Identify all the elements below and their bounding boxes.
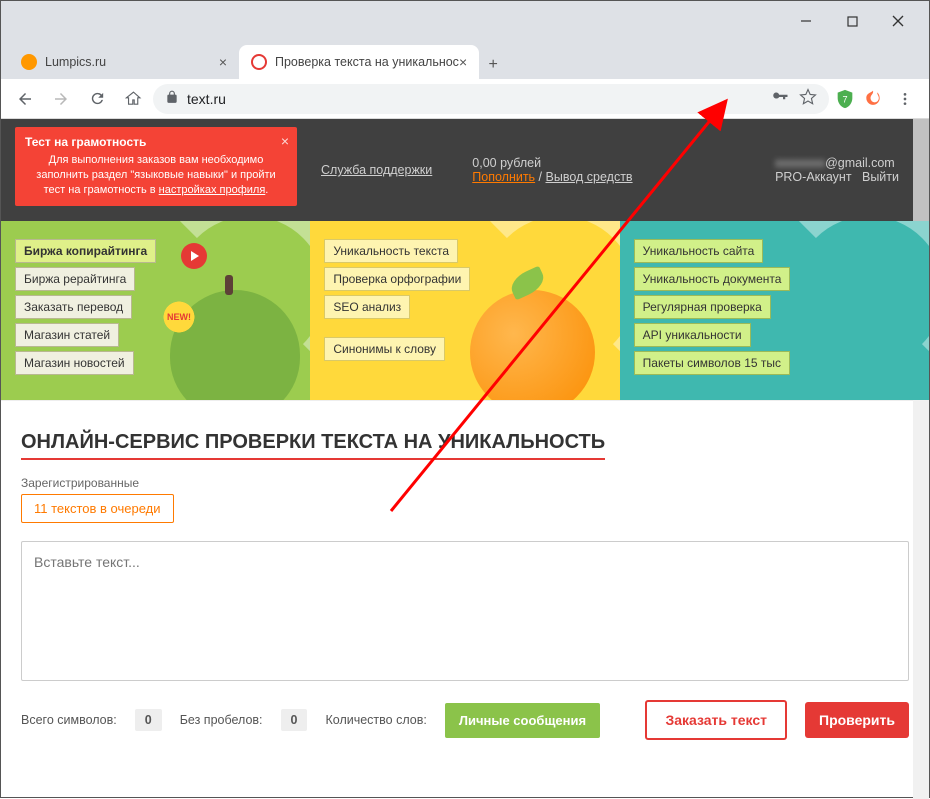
promo-api: Уникальность сайта Уникальность документ… (620, 221, 929, 400)
tab-close-icon[interactable]: × (219, 54, 227, 70)
chip-text-unique[interactable]: Уникальность текста (324, 239, 458, 263)
promo-copywriting: NEW! Биржа копирайтинга Биржа рерайтинга… (1, 221, 310, 400)
chip-seo[interactable]: SEO анализ (324, 295, 410, 319)
chip-packages[interactable]: Пакеты символов 15 тыс (634, 351, 790, 375)
tab-textru[interactable]: Проверка текста на уникальнос × (239, 45, 479, 79)
pro-account-link[interactable]: PRO-Аккаунт (775, 170, 852, 184)
topup-link[interactable]: Пополнить (472, 170, 535, 184)
reload-button[interactable] (81, 83, 113, 115)
withdraw-link[interactable]: Вывод средств (546, 170, 633, 184)
address-bar[interactable]: text.ru (153, 84, 829, 114)
extension-shield-icon[interactable]: 7 (833, 87, 857, 111)
chip-site-unique[interactable]: Уникальность сайта (634, 239, 764, 263)
chip-spelling[interactable]: Проверка орфографии (324, 267, 470, 291)
window-maximize-button[interactable] (829, 6, 875, 36)
registered-label: Зарегистрированные (21, 476, 909, 490)
svg-text:7: 7 (842, 94, 847, 104)
chip-rewriting[interactable]: Биржа рерайтинга (15, 267, 135, 291)
chip-doc-unique[interactable]: Уникальность документа (634, 267, 791, 291)
star-icon[interactable] (799, 88, 817, 109)
home-button[interactable] (117, 83, 149, 115)
stat-nospaces-value: 0 (281, 709, 308, 731)
queue-badge[interactable]: 11 текстов в очереди (21, 494, 174, 523)
back-button[interactable] (9, 83, 41, 115)
stat-total-label: Всего символов: (21, 713, 117, 727)
chip-copywriting[interactable]: Биржа копирайтинга (15, 239, 156, 263)
stat-words-label: Количество слов: (325, 713, 426, 727)
account-block: xxxxxxxx@gmail.com PRO-Аккаунт Выйти (775, 156, 899, 184)
page-title: ОНЛАЙН-СЕРВИС ПРОВЕРКИ ТЕКСТА НА УНИКАЛЬ… (21, 431, 605, 460)
key-icon[interactable] (771, 88, 789, 109)
stat-total-value: 0 (135, 709, 162, 731)
favicon-icon (21, 54, 37, 70)
new-tab-button[interactable]: + (479, 51, 507, 79)
chip-regular[interactable]: Регулярная проверка (634, 295, 771, 319)
banner-close-icon[interactable]: × (281, 133, 289, 149)
check-button[interactable]: Проверить (805, 702, 909, 738)
order-text-button[interactable]: Заказать текст (645, 700, 787, 740)
tab-title: Lumpics.ru (45, 55, 106, 69)
lock-icon (165, 90, 179, 107)
logout-link[interactable]: Выйти (862, 170, 899, 184)
page-content: × Тест на грамотность Для выполнения зак… (1, 119, 929, 799)
personal-messages-button[interactable]: Личные сообщения (445, 703, 600, 738)
new-badge: NEW! (161, 299, 197, 335)
literacy-test-banner: × Тест на грамотность Для выполнения зак… (15, 127, 297, 206)
balance-value: 0,00 рублей (472, 156, 632, 170)
text-input[interactable] (21, 541, 909, 681)
favicon-icon (251, 54, 267, 70)
tab-close-icon[interactable]: × (459, 54, 467, 70)
promo-uniqueness: Уникальность текста Проверка орфографии … (310, 221, 619, 400)
window-titlebar (1, 1, 929, 41)
chip-synonyms[interactable]: Синонимы к слову (324, 337, 445, 361)
banner-body: Для выполнения заказов вам необходимо за… (25, 153, 287, 198)
chip-translation[interactable]: Заказать перевод (15, 295, 132, 319)
play-button[interactable] (181, 243, 207, 269)
support-link[interactable]: Служба поддержки (321, 163, 432, 177)
chip-news[interactable]: Магазин новостей (15, 351, 134, 375)
browser-tabs: Lumpics.ru × Проверка текста на уникальн… (1, 41, 929, 79)
chip-api[interactable]: API уникальности (634, 323, 751, 347)
balance-block: 0,00 рублей Пополнить / Вывод средств (472, 156, 632, 184)
window-minimize-button[interactable] (783, 6, 829, 36)
user-email-hidden: xxxxxxxx (775, 156, 825, 170)
banner-link[interactable]: настройках профиля (159, 184, 266, 196)
extension-fire-icon[interactable] (861, 87, 885, 111)
stat-nospaces-label: Без пробелов: (180, 713, 263, 727)
menu-button[interactable] (889, 83, 921, 115)
chip-articles[interactable]: Магазин статей (15, 323, 119, 347)
promo-row: NEW! Биржа копирайтинга Биржа рерайтинга… (1, 221, 929, 401)
user-email-domain: @gmail.com (825, 156, 895, 170)
window-close-button[interactable] (875, 6, 921, 36)
url-text: text.ru (187, 91, 226, 107)
main-section: ОНЛАЙН-СЕРВИС ПРОВЕРКИ ТЕКСТА НА УНИКАЛЬ… (1, 401, 929, 754)
tab-title: Проверка текста на уникальнос (275, 55, 459, 69)
toolbar: text.ru 7 (1, 79, 929, 119)
banner-title: Тест на грамотность (25, 135, 146, 149)
forward-button[interactable] (45, 83, 77, 115)
tab-lumpics[interactable]: Lumpics.ru × (9, 45, 239, 79)
stats-row: Всего символов: 0 Без пробелов: 0 Количе… (21, 700, 909, 740)
